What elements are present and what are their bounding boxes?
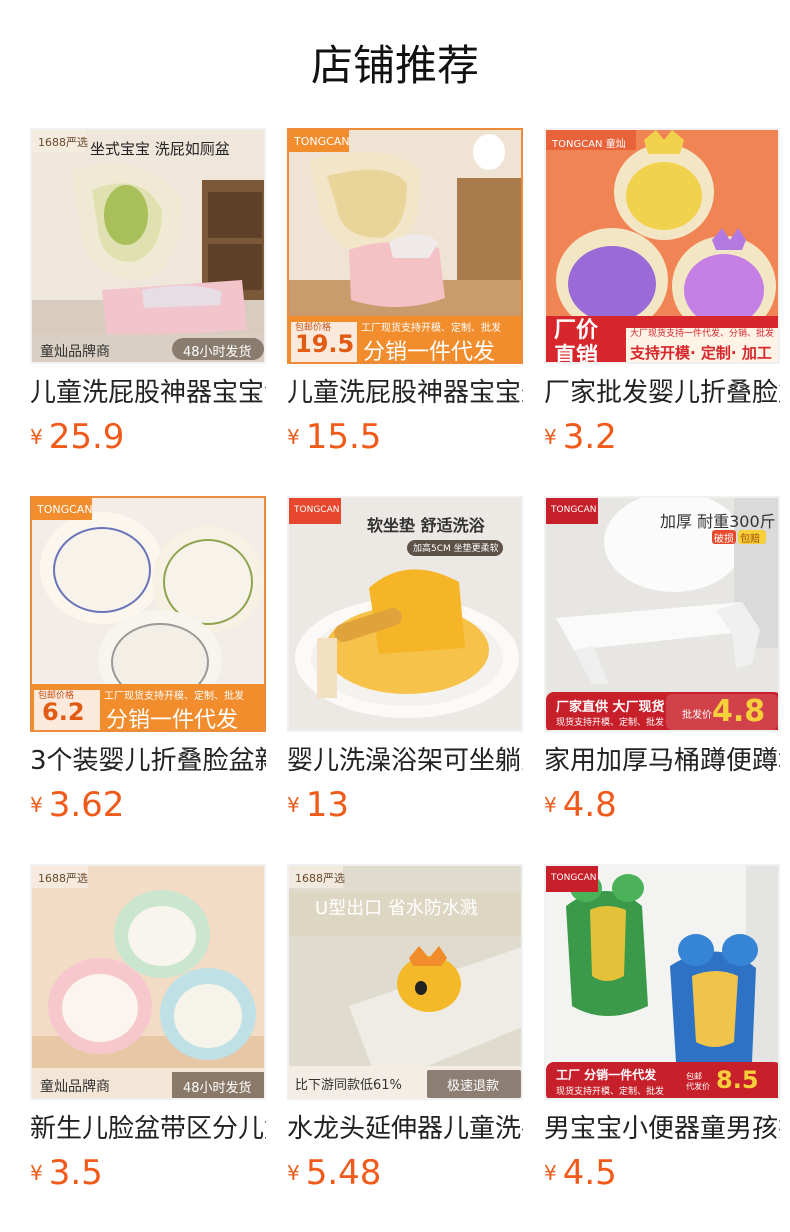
product-image[interactable]: TONGCAN 包邮价格 6.2 工厂现货支持开模、定制、批发 分销一件代发	[30, 496, 266, 732]
chip-tag: 破损	[714, 534, 734, 545]
promo-headline: 分销一件代发	[363, 340, 496, 364]
product-card[interactable]: TONGCAN 工厂 分销一件代发 现货支持开模、定制、批发 包邮 代发价 8.…	[544, 864, 780, 1194]
shop-label: 童灿品牌商	[40, 1079, 110, 1095]
product-price: ¥25.9	[30, 416, 124, 458]
product-price: ¥3.2	[544, 416, 617, 458]
product-title[interactable]: 儿童洗屁股神器宝宝坐式	[287, 376, 523, 410]
product-card[interactable]: TONGCAN 加厚 耐重300斤 破损 包赔 厂家直供 大厂现货 现货支持开模…	[544, 496, 780, 826]
badge-text: 1688严选	[295, 872, 345, 885]
price-amount: 5.48	[305, 1153, 382, 1193]
currency-symbol: ¥	[544, 1161, 557, 1185]
product-image[interactable]: 1688严选 童灿品牌商 48小时发货	[30, 864, 266, 1100]
promo-headline: 支持开模· 定制· 加工	[630, 344, 772, 362]
product-price: ¥3.62	[30, 784, 124, 826]
shipping-label: 48小时发货	[183, 1081, 252, 1096]
product-title[interactable]: 3个装婴儿折叠脸盆新生儿	[30, 744, 266, 778]
product-card[interactable]: 1688严选 童灿品牌商 48小时发货 新生儿脸盆带区分儿童 ¥3.5	[30, 864, 266, 1194]
price-amount: 4.8	[562, 785, 617, 825]
price-amount: 13	[305, 785, 349, 825]
brand-logo: TONGCAN	[294, 505, 340, 515]
product-card[interactable]: TONGCAN 包邮价格 6.2 工厂现货支持开模、定制、批发 分销一件代发 3…	[30, 496, 266, 826]
product-price: ¥4.5	[544, 1152, 617, 1194]
currency-symbol: ¥	[544, 793, 557, 817]
refund-label: 极速退款	[447, 1079, 500, 1094]
product-price: ¥3.5	[30, 1152, 103, 1194]
product-card[interactable]: TONGCAN 软坐垫 舒适洗浴 加高5CM 坐垫更柔软 婴儿洗澡浴架可坐躺宝宝…	[287, 496, 523, 826]
brand-logo: TONGCAN	[551, 873, 597, 883]
product-image[interactable]: TONGCAN 包邮价格 19.5 工厂现货支持开模、定制、批发 分销一件代发	[287, 128, 523, 364]
product-price: ¥15.5	[287, 416, 381, 458]
currency-symbol: ¥	[287, 793, 300, 817]
product-image[interactable]: TONGCAN 童灿 厂价 直销 大厂现货支持一件代发、分销、批发 支持开模· …	[544, 128, 780, 364]
price-amount: 25.9	[48, 417, 125, 457]
promo-line: 现货支持开模、定制、批发	[556, 718, 665, 728]
currency-symbol: ¥	[287, 1161, 300, 1185]
brand-logo: TONGCAN	[551, 505, 597, 515]
promo-line: 工厂现货支持开模、定制、批发	[361, 323, 501, 334]
currency-symbol: ¥	[30, 1161, 43, 1185]
product-card[interactable]: 1688严选 U型出口 省水防水溅 比下游同款低61% 极速退款 水龙头延伸器儿…	[287, 864, 523, 1194]
currency-symbol: ¥	[30, 793, 43, 817]
product-card[interactable]: 1688严选 坐式宝宝 洗屁如厕盆 童灿品牌商 48小时发货 儿童洗屁股神器宝宝…	[30, 128, 266, 458]
currency-symbol: ¥	[287, 425, 300, 449]
image-caption: 加厚 耐重300斤	[660, 512, 776, 531]
image-caption: 坐式宝宝 洗屁如厕盆	[90, 140, 230, 158]
comparison-label: 比下游同款低61%	[295, 1078, 402, 1093]
shipping-label: 48小时发货	[183, 345, 252, 360]
page-title: 店铺推荐	[310, 41, 479, 90]
product-title[interactable]: 婴儿洗澡浴架可坐躺宝宝	[287, 744, 523, 778]
product-price: ¥4.8	[544, 784, 617, 826]
product-card[interactable]: TONGCAN 童灿 厂价 直销 大厂现货支持一件代发、分销、批发 支持开模· …	[544, 128, 780, 458]
price-amount: 3.5	[48, 1153, 103, 1193]
chip-tag: 包赔	[740, 534, 760, 545]
product-title[interactable]: 男宝宝小便器童男孩挂墙	[544, 1112, 780, 1146]
price-label: 包邮 代发价	[686, 1072, 710, 1091]
product-title[interactable]: 水龙头延伸器儿童洗手	[287, 1112, 523, 1146]
promo-line: 现货支持开模、定制、批发	[556, 1087, 665, 1097]
image-caption: U型出口 省水防水溅	[315, 898, 478, 919]
price-amount: 4.5	[562, 1153, 617, 1193]
promo-price: 6.2	[42, 698, 85, 726]
product-title[interactable]: 新生儿脸盆带区分儿童	[30, 1112, 266, 1146]
image-caption: 软坐垫 舒适洗浴	[367, 516, 485, 535]
brand-logo: TONGCAN	[294, 135, 350, 148]
currency-symbol: ¥	[544, 425, 557, 449]
promo-headline: 工厂 分销一件代发	[556, 1068, 657, 1082]
price-amount: 15.5	[305, 417, 382, 457]
price-amount: 3.62	[48, 785, 125, 825]
product-image[interactable]: TONGCAN 软坐垫 舒适洗浴 加高5CM 坐垫更柔软	[287, 496, 523, 732]
shop-label: 童灿品牌商	[40, 344, 110, 360]
promo-price: 19.5	[295, 330, 355, 358]
product-title[interactable]: 厂家批发婴儿折叠脸盆	[544, 376, 780, 410]
promo-price: 8.5	[716, 1066, 759, 1094]
product-image[interactable]: TONGCAN 加厚 耐重300斤 破损 包赔 厂家直供 大厂现货 现货支持开模…	[544, 496, 780, 732]
promo-price: 4.8	[712, 694, 766, 729]
promo-headline: 分销一件代发	[106, 708, 239, 732]
product-price: ¥5.48	[287, 1152, 381, 1194]
badge-text: 1688严选	[38, 872, 88, 885]
product-title[interactable]: 儿童洗屁股神器宝宝洗屁屁盆	[30, 376, 266, 410]
product-price: ¥13	[287, 784, 349, 826]
product-image[interactable]: 1688严选 U型出口 省水防水溅 比下游同款低61% 极速退款	[287, 864, 523, 1100]
badge-text: 1688严选	[38, 136, 88, 149]
promo-tag: 直销	[554, 344, 599, 364]
promo-line: 大厂现货支持一件代发、分销、批发	[630, 329, 775, 339]
promo-line: 工厂现货支持开模、定制、批发	[104, 691, 244, 702]
promo-headline: 厂家直供 大厂现货	[556, 700, 665, 715]
product-title[interactable]: 家用加厚马桶蹲便蹲坑凳	[544, 744, 780, 778]
product-grid: 1688严选 坐式宝宝 洗屁如厕盆 童灿品牌商 48小时发货 儿童洗屁股神器宝宝…	[30, 128, 780, 1208]
currency-symbol: ¥	[30, 425, 43, 449]
price-label: 批发价	[682, 710, 712, 721]
price-amount: 3.2	[562, 417, 617, 457]
product-card[interactable]: TONGCAN 包邮价格 19.5 工厂现货支持开模、定制、批发 分销一件代发 …	[287, 128, 523, 458]
brand-logo: TONGCAN 童灿	[552, 139, 626, 150]
image-subcaption: 加高5CM 坐垫更柔软	[413, 544, 499, 554]
product-image[interactable]: TONGCAN 工厂 分销一件代发 现货支持开模、定制、批发 包邮 代发价 8.…	[544, 864, 780, 1100]
product-image[interactable]: 1688严选 坐式宝宝 洗屁如厕盆 童灿品牌商 48小时发货	[30, 128, 266, 364]
brand-logo: TONGCAN	[37, 503, 93, 516]
